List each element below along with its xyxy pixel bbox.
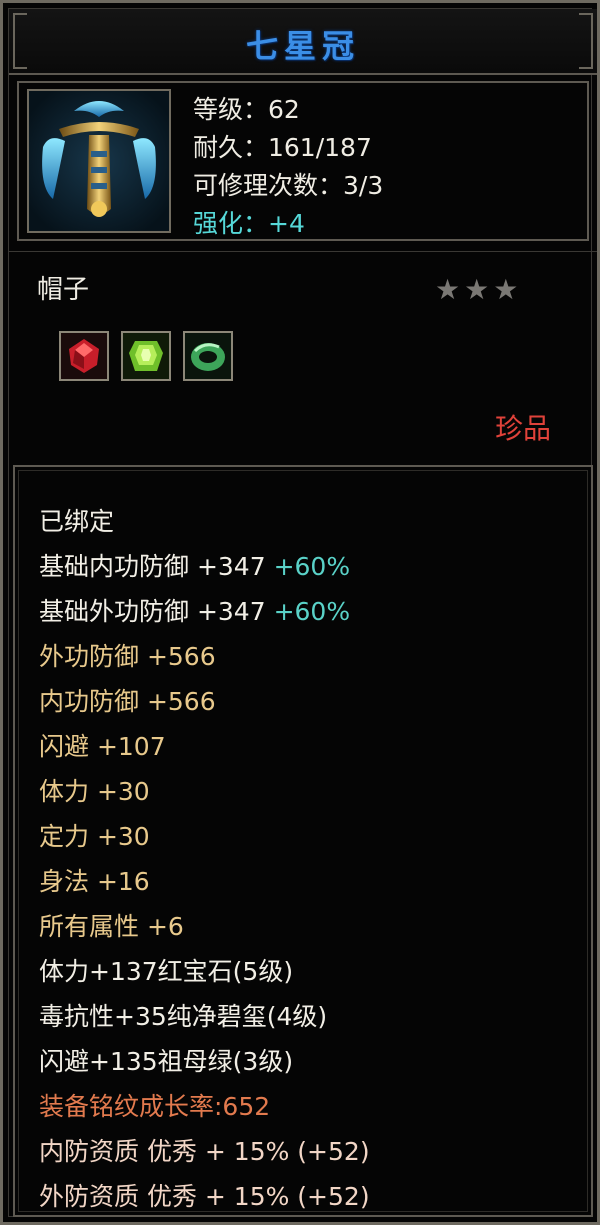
attr-dodge: 闪避 +107 bbox=[39, 732, 166, 761]
attr-agility: 身法 +16 bbox=[39, 867, 150, 896]
item-title: 七星冠 bbox=[245, 27, 360, 65]
item-enhance: 强化：+4 bbox=[193, 205, 383, 243]
attr-outer-def: 外功防御 +566 bbox=[39, 642, 216, 671]
star-rating: ★★★ bbox=[435, 273, 523, 306]
enhance-label: 强化： bbox=[193, 209, 269, 238]
inner-def-quality: 内防资质 优秀 + 15% (+52) bbox=[39, 1137, 370, 1166]
attr-bonus-pct: +60% bbox=[273, 552, 351, 581]
item-durability: 耐久：161/187 bbox=[193, 133, 372, 162]
crown-helmet-icon bbox=[27, 89, 171, 233]
jade-ring-gem-icon[interactable] bbox=[183, 331, 233, 381]
attribute-list: 已绑定 基础内功防御 +347 +60% 基础外功防御 +347 +60% 外功… bbox=[39, 499, 370, 1219]
item-repair-count: 可修理次数：3/3 bbox=[193, 171, 384, 200]
attr-inner-def: 内功防御 +566 bbox=[39, 687, 216, 716]
inscription-growth: 装备铭纹成长率:652 bbox=[39, 1092, 271, 1121]
attr-stamina: 体力 +30 bbox=[39, 777, 150, 806]
attr-text: 基础内功防御 +347 bbox=[39, 552, 266, 581]
gem-bonus-ruby: 体力+137红宝石(5级) bbox=[39, 957, 294, 986]
attr-base-inner-def: 基础内功防御 +347 +60% bbox=[39, 544, 370, 589]
gem-bonus-tourmaline: 毒抗性+35纯净碧玺(4级) bbox=[39, 1002, 328, 1031]
ruby-gem-icon[interactable] bbox=[59, 331, 109, 381]
attr-text: 基础外功防御 +347 bbox=[39, 597, 266, 626]
title-bar: 七星冠 bbox=[9, 9, 597, 75]
item-level: 等级：62 bbox=[193, 95, 300, 124]
outer-def-quality: 外防资质 优秀 + 15% (+52) bbox=[39, 1182, 370, 1211]
item-summary: 等级：62 耐久：161/187 可修理次数：3/3 强化：+4 bbox=[17, 81, 589, 241]
peridot-gem-icon[interactable] bbox=[121, 331, 171, 381]
bound-status: 已绑定 bbox=[39, 507, 115, 536]
item-tooltip-panel: 七星冠 等级：62 耐久：161/187 可修理次数：3/3 强化：+4 帽子 … bbox=[0, 0, 600, 1225]
rarity-label: 珍品 bbox=[494, 412, 551, 445]
attr-base-outer-def: 基础外功防御 +347 +60% bbox=[39, 589, 370, 634]
enhance-value: +4 bbox=[268, 209, 305, 238]
attr-all: 所有属性 +6 bbox=[39, 912, 184, 941]
section-divider bbox=[9, 251, 597, 252]
attr-bonus-pct: +60% bbox=[273, 597, 351, 626]
attr-focus: 定力 +30 bbox=[39, 822, 150, 851]
summary-lines: 等级：62 耐久：161/187 可修理次数：3/3 强化：+4 bbox=[193, 91, 383, 243]
item-type: 帽子 bbox=[37, 275, 90, 305]
gem-bonus-emerald: 闪避+135祖母绿(3级) bbox=[39, 1047, 294, 1076]
